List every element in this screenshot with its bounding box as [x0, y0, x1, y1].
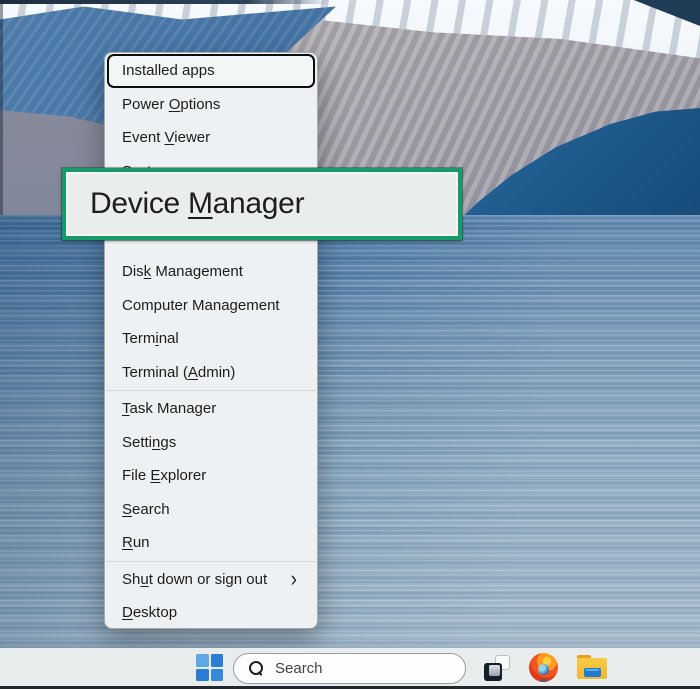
- windows-logo-icon: [196, 654, 209, 667]
- start-button[interactable]: [196, 654, 223, 681]
- menu-item-label: Search: [122, 501, 170, 518]
- device-manager-callout[interactable]: Device Manager: [62, 168, 462, 240]
- menu-item-label: Power Options: [122, 96, 220, 113]
- menu-item-installed-apps[interactable]: Installed apps: [107, 54, 315, 88]
- menu-item-settings[interactable]: Settings: [105, 426, 317, 460]
- menu-item-label: Disk Management: [122, 263, 243, 280]
- menu-item-search[interactable]: Search: [105, 493, 317, 527]
- device-manager-callout-label: Device Manager: [90, 187, 304, 221]
- menu-item-label: Computer Management: [122, 297, 280, 314]
- menu-item-label: Run: [122, 534, 150, 551]
- menu-item-label: Shut down or sign out: [122, 571, 267, 588]
- task-view-button[interactable]: [484, 655, 510, 681]
- menu-item-computer-management[interactable]: Computer Management: [105, 289, 317, 323]
- menu-item-terminal[interactable]: Terminal: [105, 322, 317, 356]
- menu-item-event-viewer[interactable]: Event Viewer: [105, 121, 317, 155]
- menu-item-shut-down-or-sign-out[interactable]: Shut down or sign out ›: [105, 563, 317, 597]
- menu-separator: [106, 561, 316, 562]
- firefox-button[interactable]: [529, 653, 558, 682]
- submenu-arrow-icon: ›: [291, 568, 297, 590]
- menu-item-label: File Explorer: [122, 467, 206, 484]
- menu-item-label: Terminal: [122, 330, 179, 347]
- menu-item-label: Settings: [122, 434, 176, 451]
- menu-item-terminal-admin[interactable]: Terminal (Admin): [105, 356, 317, 390]
- menu-item-label: Desktop: [122, 604, 177, 621]
- search-label: Search: [275, 660, 323, 677]
- menu-item-run[interactable]: Run: [105, 526, 317, 560]
- desktop-screen: Installed apps Power Options Event Viewer S…: [0, 0, 700, 689]
- taskbar: Search: [0, 648, 700, 686]
- menu-item-disk-management[interactable]: Disk Management: [105, 255, 317, 289]
- wallpaper-top-shade: [0, 0, 330, 4]
- menu-item-task-manager[interactable]: Task Manager: [105, 392, 317, 426]
- menu-item-power-options[interactable]: Power Options: [105, 88, 317, 122]
- taskbar-search[interactable]: Search: [233, 653, 466, 684]
- wallpaper-left-shade: [0, 0, 3, 215]
- menu-item-label: Installed apps: [122, 62, 215, 79]
- menu-item-label: Terminal (Admin): [122, 364, 235, 381]
- menu-item-label: Event Viewer: [122, 129, 210, 146]
- menu-item-file-explorer[interactable]: File Explorer: [105, 459, 317, 493]
- firefox-running-indicator: [540, 679, 547, 682]
- menu-separator: [106, 390, 316, 391]
- menu-item-label: Task Manager: [122, 400, 216, 417]
- menu-item-desktop[interactable]: Desktop: [105, 596, 317, 629]
- file-explorer-button[interactable]: [577, 655, 607, 679]
- search-icon: [249, 661, 264, 676]
- winx-menu: Installed apps Power Options Event Viewer S…: [104, 52, 318, 629]
